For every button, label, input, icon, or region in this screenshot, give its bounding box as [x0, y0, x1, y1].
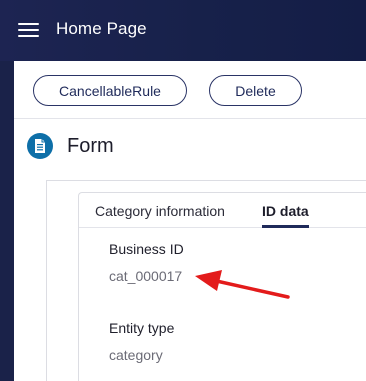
delete-button[interactable]: Delete — [209, 75, 302, 106]
business-id-value: cat_000017 — [109, 268, 183, 284]
form-header: Form — [14, 120, 366, 175]
details-card: Category information ID data Business ID… — [78, 192, 366, 381]
tab-bar: Category information ID data — [79, 193, 366, 228]
document-icon — [27, 133, 53, 159]
app-title: Home Page — [56, 19, 147, 38]
app-bar: Home Page — [0, 0, 366, 61]
cancellable-rule-button[interactable]: CancellableRule — [33, 75, 187, 106]
action-toolbar: CancellableRule Delete — [14, 61, 366, 119]
hamburger-menu-icon[interactable] — [18, 21, 39, 39]
main-content: CancellableRule Delete Form Category inf… — [14, 61, 366, 381]
business-id-label: Business ID — [109, 241, 184, 257]
side-rail — [0, 61, 14, 381]
entity-type-value: category — [109, 347, 163, 363]
entity-type-label: Entity type — [109, 320, 175, 336]
app-root: Home Page CancellableRule Delete Form Ca… — [0, 0, 366, 381]
tab-id-data[interactable]: ID data — [262, 203, 309, 219]
form-title: Form — [67, 135, 114, 157]
tab-category-information[interactable]: Category information — [95, 203, 225, 219]
active-tab-indicator — [262, 225, 309, 228]
